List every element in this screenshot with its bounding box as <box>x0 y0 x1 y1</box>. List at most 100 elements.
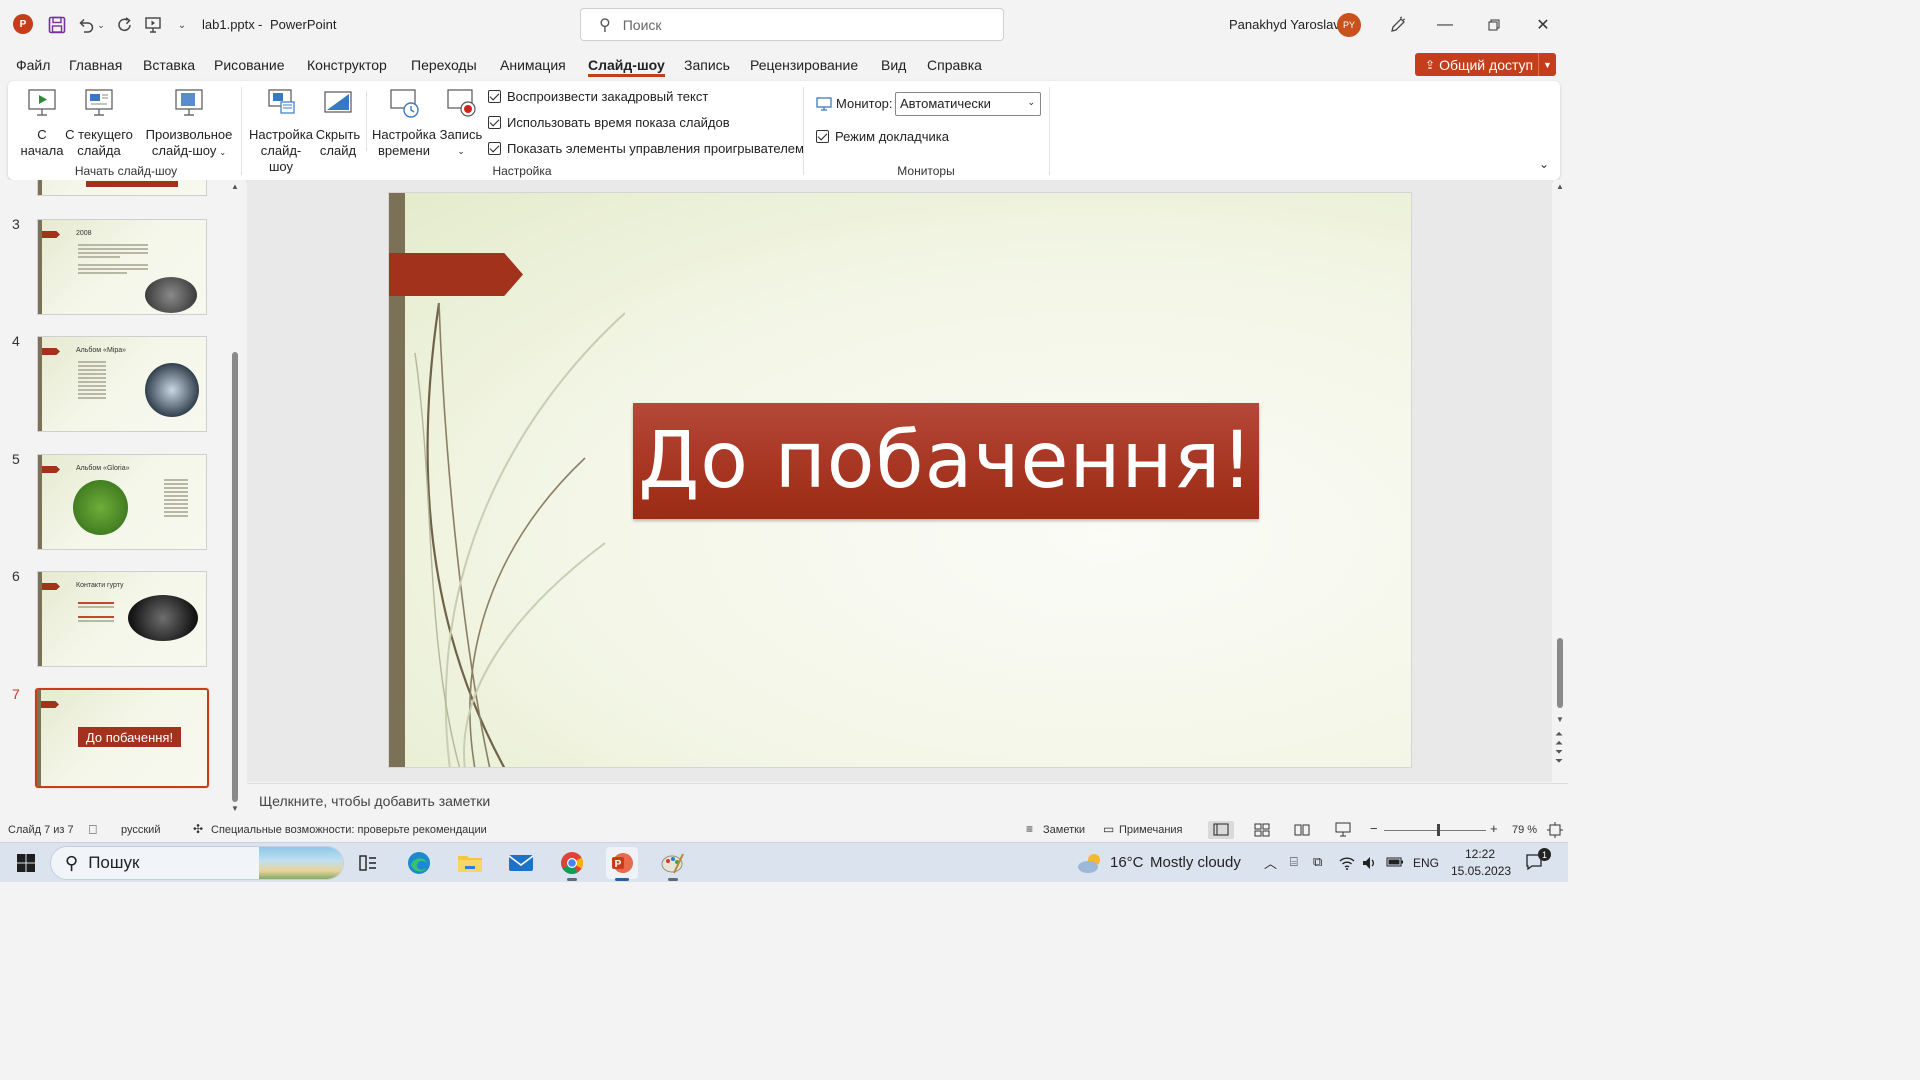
slide-canvas[interactable]: До побачення! <box>388 192 1412 768</box>
minimize-icon[interactable]: — <box>1430 12 1460 38</box>
avatar[interactable]: PY <box>1337 13 1361 37</box>
clock-date[interactable]: 15.05.2023 <box>1451 864 1511 878</box>
task-view-icon[interactable] <box>352 847 384 879</box>
notes-button[interactable]: Заметки <box>1043 824 1085 836</box>
windows-start-icon[interactable] <box>10 847 42 879</box>
save-icon[interactable] <box>45 13 69 37</box>
share-button[interactable]: ⇪ Общий доступ ▼ <box>1415 53 1556 76</box>
battery-icon[interactable] <box>1386 856 1404 868</box>
restore-icon[interactable] <box>1479 12 1509 38</box>
slide-thumbnail-active[interactable]: До побачення! <box>35 688 209 788</box>
accessibility-icon[interactable]: ✣ <box>193 822 203 836</box>
scroll-down-icon[interactable]: ▼ <box>231 804 239 813</box>
slide-title[interactable]: До побачення! <box>633 403 1259 519</box>
zoom-slider[interactable] <box>1384 830 1486 831</box>
status-bar: Слайд 7 из 7 ⎕ русский ✣ Специальные воз… <box>0 818 1568 842</box>
tab-insert[interactable]: Вставка <box>143 57 195 73</box>
slide-thumbnail[interactable]: 2008 <box>37 219 207 315</box>
redo-icon[interactable] <box>113 13 137 37</box>
fit-to-window-icon[interactable] <box>1547 822 1563 838</box>
paint-icon[interactable] <box>657 847 689 881</box>
thumb-flag <box>42 231 60 238</box>
slideshow-view-icon[interactable] <box>1335 822 1351 837</box>
volume-icon[interactable] <box>1361 855 1377 871</box>
slide-thumbnail[interactable]: Контакти гурту <box>37 571 207 667</box>
zoom-out-icon[interactable]: − <box>1370 821 1378 836</box>
present-from-start-icon[interactable] <box>141 13 165 37</box>
taskbar-search[interactable]: ⚲ Пошук <box>50 846 344 880</box>
notes-icon: ≡ <box>1026 822 1034 836</box>
chrome-icon[interactable] <box>556 847 588 881</box>
slide-sorter-icon[interactable] <box>1254 823 1270 837</box>
record-button[interactable]: Запись ⌄ <box>438 87 484 159</box>
close-icon[interactable]: ✕ <box>1528 12 1558 38</box>
collapse-ribbon-icon[interactable]: ⌄ <box>1539 157 1549 171</box>
wifi-icon[interactable] <box>1338 855 1356 871</box>
language-indicator[interactable]: русский <box>121 824 160 836</box>
scrollbar-thumb[interactable] <box>1557 638 1563 708</box>
tab-help[interactable]: Справка <box>927 57 982 73</box>
spellcheck-icon[interactable]: ⎕ <box>89 822 97 838</box>
setup-slideshow-button[interactable]: Настройка слайд-шоу <box>249 87 313 175</box>
user-name[interactable]: Panakhyd Yaroslav <box>1229 17 1340 32</box>
thumbnail-scrollbar[interactable]: ▲ ▼ <box>230 182 240 813</box>
tab-view[interactable]: Вид <box>881 57 906 73</box>
weather-icon[interactable] <box>1076 852 1104 877</box>
rehearse-timings-button[interactable]: Настройка времени <box>372 87 436 159</box>
zoom-in-icon[interactable]: + <box>1490 821 1498 836</box>
slide-scrollbar[interactable]: ▲ ▼ ⏶ ⏶ ⏷ ⏷ <box>1553 180 1568 782</box>
monitor-select[interactable]: Автоматически ⌄ <box>895 92 1041 116</box>
clock-time[interactable]: 12:22 <box>1465 847 1495 861</box>
weather-description[interactable]: Mostly cloudy <box>1150 854 1241 871</box>
show-media-controls-checkbox[interactable]: Показать элементы управления проигрывате… <box>488 141 804 156</box>
use-timings-checkbox[interactable]: Использовать время показа слайдов <box>488 115 730 130</box>
pen-icon[interactable] <box>1386 13 1410 37</box>
hide-slide-button[interactable]: Скрыть слайд <box>315 87 361 159</box>
accessibility-status[interactable]: Специальные возможности: проверьте реком… <box>211 824 487 836</box>
tab-record[interactable]: Запись <box>684 57 730 73</box>
slide-thumbnail[interactable]: Альбом «Gloria» <box>37 454 207 550</box>
tab-draw[interactable]: Рисование <box>214 57 285 73</box>
edge-icon[interactable] <box>403 847 435 879</box>
undo-dropdown-icon[interactable]: ⌄ <box>94 13 108 37</box>
slide-thumbnail[interactable] <box>37 180 207 196</box>
tab-transitions[interactable]: Переходы <box>411 57 477 73</box>
scroll-up-icon[interactable]: ▲ <box>1556 182 1564 191</box>
weather-temperature[interactable]: 16°C <box>1110 854 1144 871</box>
from-beginning-button[interactable]: С начала <box>20 87 64 159</box>
play-narrations-checkbox[interactable]: Воспроизвести закадровый текст <box>488 89 708 104</box>
zoom-level[interactable]: 79 % <box>1512 824 1537 836</box>
normal-view-button[interactable] <box>1208 821 1234 839</box>
powerpoint-taskbar-icon[interactable]: P <box>606 847 638 881</box>
zoom-slider-thumb[interactable] <box>1437 824 1440 836</box>
tab-file[interactable]: Файл <box>16 57 50 73</box>
notes-pane[interactable]: Щелкните, чтобы добавить заметки <box>247 783 1568 818</box>
tab-slideshow[interactable]: Слайд-шоу <box>588 57 665 77</box>
previous-slide-icon[interactable]: ⏶ ⏶ <box>1555 730 1563 749</box>
next-slide-icon[interactable]: ⏷ ⏷ <box>1555 748 1563 767</box>
scroll-up-icon[interactable]: ▲ <box>231 182 239 191</box>
file-explorer-icon[interactable] <box>454 847 486 879</box>
reading-view-icon[interactable] <box>1294 823 1310 837</box>
tab-home[interactable]: Главная <box>69 57 122 73</box>
chevron-down-icon[interactable]: ▼ <box>1538 53 1556 76</box>
tab-review[interactable]: Рецензирование <box>750 57 858 73</box>
tab-design[interactable]: Конструктор <box>307 57 387 73</box>
tab-animations[interactable]: Анимация <box>500 57 566 73</box>
slide-thumbnail[interactable]: Альбом «Міра» <box>37 336 207 432</box>
custom-slideshow-button[interactable]: Произвольное слайд-шоу ⌄ <box>142 87 236 161</box>
thumb-bar <box>38 572 42 666</box>
mail-icon[interactable] <box>505 847 537 879</box>
presenter-view-checkbox[interactable]: Режим докладчика <box>816 129 949 144</box>
device-icon[interactable]: ⌸ <box>1290 854 1298 870</box>
scrollbar-thumb[interactable] <box>232 352 238 802</box>
onedrive-icon[interactable]: ⧉ <box>1313 854 1322 870</box>
search-box[interactable]: ⚲ Поиск <box>580 8 1004 41</box>
chevron-up-icon[interactable]: ︿ <box>1264 853 1277 872</box>
from-current-slide-button[interactable]: С текущего слайда <box>64 87 134 159</box>
scroll-down-icon[interactable]: ▼ <box>1556 715 1564 724</box>
customize-toolbar-icon[interactable]: ⌄ <box>170 13 194 37</box>
comments-button[interactable]: Примечания <box>1119 824 1183 836</box>
from-current-slide-icon <box>85 89 113 116</box>
input-language[interactable]: ENG <box>1413 856 1439 870</box>
